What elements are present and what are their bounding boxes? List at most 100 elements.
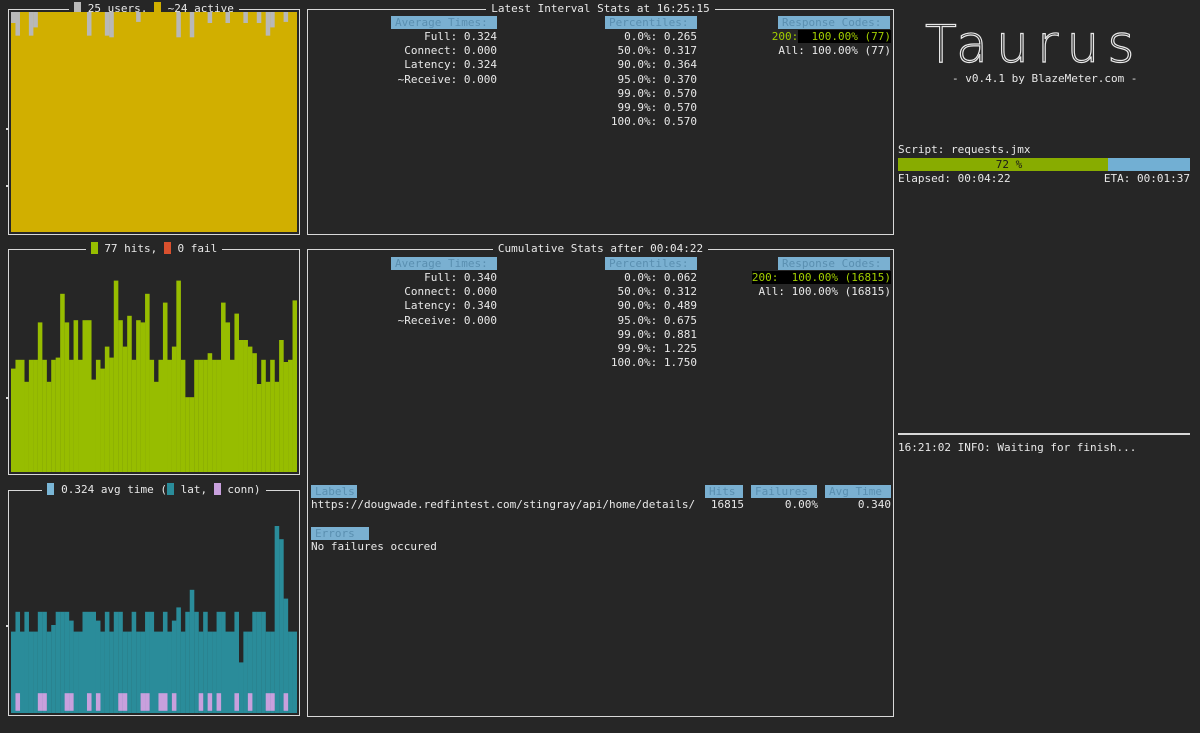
conn-bar — [145, 693, 150, 711]
conn-bar — [122, 693, 128, 711]
label-row-hits: 16815 — [710, 498, 744, 511]
hits-col-header: Hits — [705, 485, 743, 498]
cumulative-pct-row: 0.0%: 0.062 — [624, 271, 697, 284]
hits-bar — [118, 320, 123, 472]
latency-bar — [109, 631, 114, 713]
latency-bar — [238, 662, 244, 713]
hits-bar — [247, 346, 253, 472]
conn-bar — [207, 693, 213, 711]
hits-bar — [270, 359, 275, 472]
latency-bar — [279, 539, 284, 713]
labels-header: Labels — [311, 485, 357, 498]
hits-bar — [28, 359, 34, 472]
script-name: Script: requests.jmx — [898, 143, 1031, 156]
hits-bar — [292, 300, 297, 472]
latency-bar — [176, 607, 181, 713]
hits-bar — [162, 302, 168, 472]
hits-bar — [73, 320, 79, 472]
hits-bar — [122, 346, 128, 472]
latency-bar — [149, 611, 155, 713]
users-gray-bar — [136, 12, 141, 22]
users-gray-bar — [207, 12, 213, 23]
cumulative-stats-title: Cumulative Stats after 00:04:22 — [308, 242, 893, 256]
latency-bar — [11, 631, 16, 713]
users-gray-bar — [104, 12, 110, 36]
conn-bar — [234, 693, 239, 711]
cumulative-stats-panel: Cumulative Stats after 00:04:22 — [307, 242, 894, 717]
hits-bar — [225, 322, 231, 472]
users-gray-bar — [270, 12, 275, 28]
conn-bar — [95, 693, 101, 711]
latency-bar — [82, 611, 88, 713]
latest-pct-header: Percentiles: — [605, 16, 697, 29]
latency-bar — [28, 631, 34, 713]
users-area — [11, 12, 297, 232]
latency-bar — [51, 625, 56, 713]
label-row-avg: 0.340 — [857, 498, 891, 511]
latency-bar — [154, 631, 159, 713]
cumulative-avg-header: Average Times: — [391, 257, 497, 270]
latency-bar — [180, 631, 186, 713]
hits-bar — [212, 359, 217, 472]
eta-text: ETA: 00:01:37 — [1103, 172, 1190, 185]
hits-bar — [113, 280, 119, 472]
conn-bar — [64, 693, 70, 711]
conn-bar — [158, 693, 164, 711]
progress-bar: 72 % — [898, 158, 1190, 171]
hits-bar — [261, 359, 266, 472]
latency-bar — [221, 611, 226, 713]
hits-bar — [265, 381, 271, 472]
hits-bar — [95, 359, 101, 472]
avgtime-col-header: Avg Time — [825, 485, 891, 498]
label-row-url: https://dougwade.redfintest.com/stingray… — [311, 498, 696, 511]
times-panel: 0.324 avg time ( lat, conn) — [8, 483, 300, 716]
hits-bar — [234, 313, 239, 472]
hits-bar — [145, 293, 150, 472]
latency-bar — [212, 631, 217, 713]
latest-rc-value: 100.00% (77) — [798, 30, 891, 43]
latest-avg-row: Full: 0.324 — [424, 30, 497, 43]
cumulative-rc-code: 200: — [751, 271, 779, 284]
cumulative-rc-all-row: All: 100.00% (16815) — [758, 285, 891, 298]
users-gray-bar — [86, 12, 92, 36]
hits-bar — [154, 381, 159, 472]
hits-bar — [180, 359, 186, 472]
hits-bar — [136, 320, 141, 472]
hits-bar — [46, 381, 52, 472]
hits-bar — [140, 322, 146, 472]
cumulative-rc-200-row: 200: 100.00% (16815) — [751, 271, 891, 285]
hits-bar — [274, 381, 280, 472]
hits-bar — [185, 397, 190, 472]
latency-bar — [229, 631, 235, 713]
latency-bar — [243, 631, 248, 713]
failures-col-header: Failures — [751, 485, 817, 498]
latency-bar — [288, 631, 293, 713]
hits-bar — [33, 359, 38, 472]
conn-bar — [140, 693, 146, 711]
conn-bar — [247, 693, 253, 711]
latency-bar — [73, 631, 79, 713]
users-gray-bar — [11, 12, 16, 23]
hits-bar — [86, 320, 92, 472]
hits-bar — [24, 381, 29, 472]
users-gray-bar — [283, 12, 289, 22]
latency-bar — [185, 611, 190, 713]
latency-bar — [91, 611, 96, 713]
hits-bar — [207, 353, 213, 472]
hits-bar — [176, 280, 181, 472]
users-gray-bar — [243, 12, 248, 23]
conn-bar — [171, 693, 177, 711]
latency-bar — [252, 611, 257, 713]
elapsed-text: Elapsed: 00:04:22 — [898, 172, 1011, 185]
hits-bar — [82, 320, 88, 472]
hits-bar — [158, 359, 164, 472]
users-panel: 25 users, ~24 active — [8, 2, 300, 235]
latency-bar — [127, 631, 132, 713]
latency-bar — [19, 631, 25, 713]
hits-bar — [279, 340, 284, 472]
taurus-logo-art: Taurus — [924, 14, 1135, 75]
conn-bar — [198, 693, 204, 711]
hits-bar — [127, 315, 132, 472]
hits-bar — [189, 397, 195, 472]
hits-bar — [60, 293, 65, 472]
